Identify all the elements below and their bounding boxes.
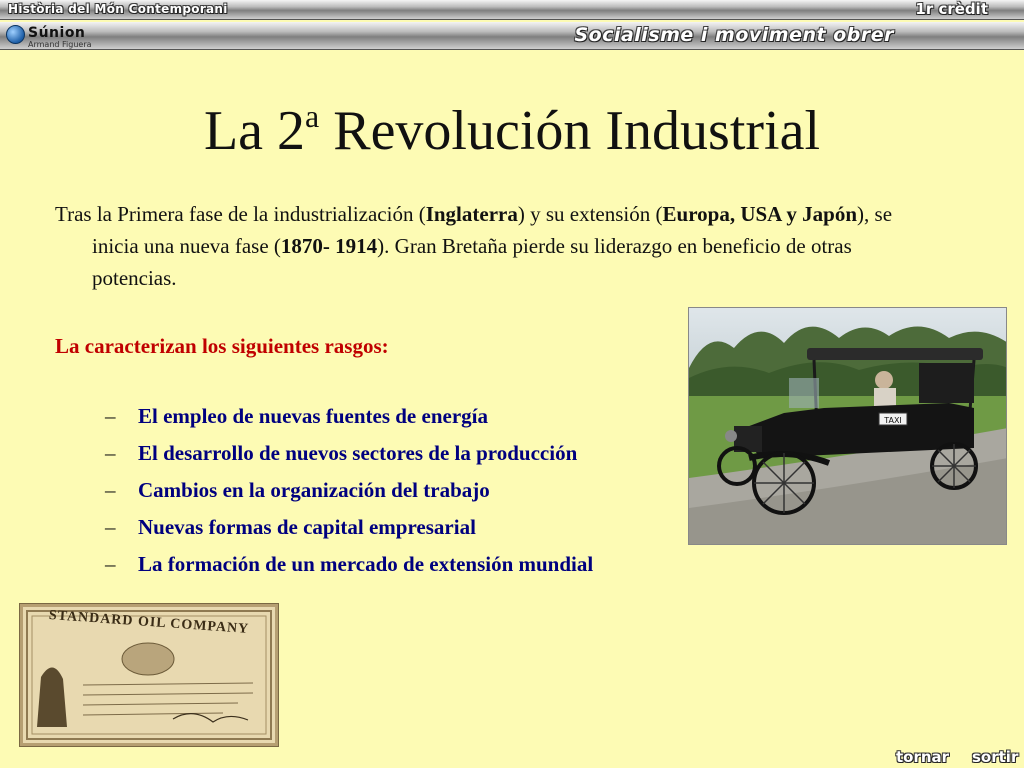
intro-emphasis: Europa, USA y Japón bbox=[662, 202, 858, 226]
list-item: – La formación de un mercado de extensión… bbox=[105, 552, 593, 589]
unit-title: Socialisme i moviment obrer bbox=[574, 24, 894, 46]
list-item: – El empleo de nuevas fuentes de energía bbox=[105, 404, 593, 441]
title-superscript: a bbox=[305, 98, 320, 134]
traits-list: – El empleo de nuevas fuentes de energía … bbox=[105, 404, 593, 589]
credit-label: 1r crèdit bbox=[915, 0, 988, 18]
globe-icon bbox=[6, 25, 25, 44]
trait-text: El desarrollo de nuevos sectores de la p… bbox=[138, 441, 578, 465]
list-item: – Cambios en la organización del trabajo bbox=[105, 478, 593, 515]
taxi-plate: TAXI bbox=[883, 416, 902, 425]
intro-text: Tras la Primera fase de la industrializa… bbox=[55, 202, 426, 226]
trait-text: La formación de un mercado de extensión … bbox=[138, 552, 594, 576]
trait-text: Nuevas formas de capital empresarial bbox=[138, 515, 476, 539]
traits-lead: La caracterizan los siguientes rasgos: bbox=[55, 334, 389, 358]
back-link[interactable]: tornar bbox=[896, 748, 949, 766]
title-text: La 2 bbox=[203, 100, 306, 162]
dash-bullet: – bbox=[105, 404, 116, 428]
list-item: – Nuevas formas de capital empresarial bbox=[105, 515, 593, 552]
logo-author: Armand Figuera bbox=[28, 40, 92, 49]
standard-oil-certificate: STANDARD OIL COMPANY bbox=[20, 604, 278, 746]
list-item: – El desarrollo de nuevos sectores de la … bbox=[105, 441, 593, 478]
car-illustration: TAXI bbox=[689, 308, 1006, 544]
dash-bullet: – bbox=[105, 478, 116, 502]
trait-text: Cambios en la organización del trabajo bbox=[138, 478, 490, 502]
title-text-rest: Revolución Industrial bbox=[319, 100, 821, 162]
intro-emphasis: Inglaterra bbox=[425, 202, 518, 226]
intro-emphasis: 1870- 1914 bbox=[280, 234, 378, 258]
exit-link[interactable]: sortir bbox=[972, 748, 1018, 766]
model-t-car-photo: TAXI bbox=[688, 307, 1007, 545]
course-title: Història del Món Contemporani bbox=[8, 2, 228, 16]
dash-bullet: – bbox=[105, 515, 116, 539]
intro-paragraph: Tras la Primera fase de la industrializa… bbox=[55, 198, 915, 294]
sunion-logo: Súnion Armand Figuera bbox=[6, 24, 116, 50]
dash-bullet: – bbox=[105, 552, 116, 576]
logo-name: Súnion bbox=[28, 25, 86, 41]
intro-text: ) y su extensión ( bbox=[517, 202, 663, 226]
dash-bullet: – bbox=[105, 441, 116, 465]
slide-title: La 2a Revolución Industrial bbox=[0, 98, 1024, 163]
trait-text: El empleo de nuevas fuentes de energía bbox=[138, 404, 488, 428]
